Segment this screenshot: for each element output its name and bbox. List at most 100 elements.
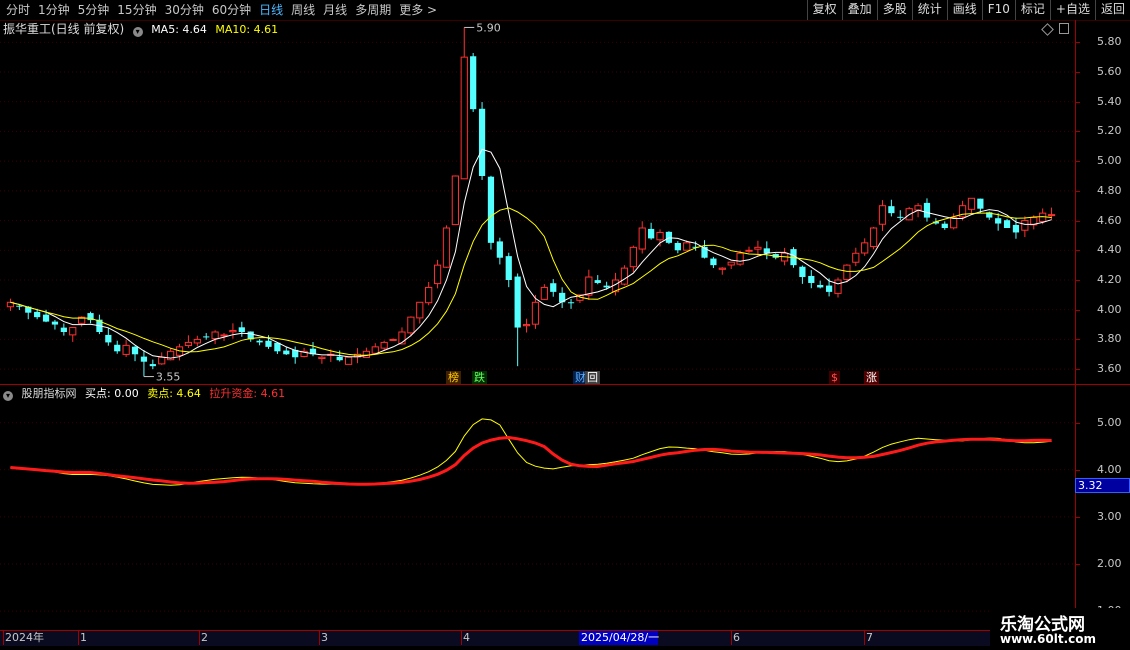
price-tick (1075, 280, 1080, 281)
price-tick-label: 5.20 (1097, 124, 1122, 138)
candle-body (442, 227, 451, 268)
high-marker-label: 5.90 (476, 21, 501, 34)
candle-body (362, 350, 370, 358)
candle-body (1003, 220, 1011, 228)
period-tab-9[interactable]: 多周期 (351, 0, 395, 20)
candle-body (834, 279, 842, 294)
date-label: 1 (80, 631, 87, 644)
candle-body (140, 356, 148, 362)
candle-body (211, 331, 219, 340)
candle-body (638, 227, 646, 250)
candle-body (505, 256, 512, 280)
indicator-tick (1075, 564, 1080, 566)
price-tick-label: 5.60 (1097, 65, 1122, 78)
date-separator (78, 630, 79, 645)
period-tab-0[interactable]: 分时 (2, 0, 34, 20)
candle-body (817, 284, 824, 288)
indicator-tick-label: 5.00 (1097, 415, 1122, 429)
candle-body (60, 327, 67, 332)
period-tab-7[interactable]: 周线 (287, 0, 319, 20)
candle-body (727, 261, 735, 266)
candle-body (878, 205, 887, 225)
candle-body (184, 341, 193, 347)
toolbar-button-4[interactable]: 画线 (946, 0, 982, 20)
period-tab-10[interactable]: 更多 > (395, 0, 441, 20)
event-marker-hui[interactable]: 回 (585, 371, 600, 384)
price-tick-label: 3.60 (1097, 362, 1122, 376)
candle-body (496, 241, 503, 258)
period-tab-6[interactable]: 日线 (255, 0, 287, 20)
candle-body (763, 248, 770, 254)
candle-body (203, 336, 210, 338)
toolbar-button-7[interactable]: +自选 (1049, 0, 1095, 20)
period-tab-2[interactable]: 5分钟 (74, 0, 114, 20)
toolbar-button-6[interactable]: 标记 (1014, 0, 1050, 20)
indicator-toggle-icon[interactable]: ▾ (3, 391, 13, 401)
indicator-tick (1075, 516, 1080, 518)
period-tab-4[interactable]: 30分钟 (161, 0, 208, 20)
candle-body (594, 280, 601, 283)
price-tick-label: 4.60 (1097, 213, 1122, 227)
toolbar-button-3[interactable]: 统计 (911, 0, 947, 20)
date-highlight: 2025/04/28/一 (579, 631, 660, 645)
current-value-badge: 3.32 (1075, 478, 1130, 493)
toolbar-button-8[interactable]: 返回 (1094, 0, 1130, 20)
candle-body (1012, 224, 1020, 233)
event-marker-bang[interactable]: 榜 (446, 371, 461, 384)
date-highlight-text: 2025/04/28/一 (581, 631, 660, 644)
indicator-title: 股朋指标网 (21, 387, 77, 400)
candle-body (42, 314, 50, 322)
price-tick (1075, 131, 1080, 133)
candle-body (283, 350, 290, 355)
candle-body (460, 56, 468, 180)
candle-body (825, 285, 833, 292)
event-marker-zhang[interactable]: 涨 (864, 371, 879, 384)
candle-body (131, 346, 139, 355)
candle-body (425, 286, 433, 304)
candle-body (371, 346, 379, 354)
low-marker-label: 3.55 (156, 371, 181, 384)
price-tick-label: 5.00 (1097, 154, 1122, 168)
price-tick-label: 4.80 (1097, 183, 1122, 197)
toolbar-button-2[interactable]: 多股 (876, 0, 912, 20)
toolbar-button-1[interactable]: 叠加 (841, 0, 877, 20)
toolbar-button-0[interactable]: 复权 (806, 0, 842, 20)
price-tick-label: 5.40 (1097, 94, 1122, 108)
indicator-tick (1075, 469, 1080, 471)
candle-body (274, 342, 281, 352)
buy-label: 买点: 0.00 (85, 387, 139, 400)
chart-canvas[interactable]: 5.90 3.55 (0, 20, 1075, 630)
current-value-text: 3.32 (1078, 479, 1103, 492)
toolbar-button-5[interactable]: F10 (981, 0, 1015, 20)
candle-body (16, 305, 23, 307)
candle-body (967, 197, 976, 210)
indicator-tick-label: 2.00 (1097, 557, 1122, 571)
price-axis (1075, 20, 1130, 630)
date-label: 2 (201, 631, 208, 644)
fund-label: 拉升资金: 4.61 (209, 387, 286, 400)
candle-body (808, 275, 815, 283)
candle-body (843, 264, 851, 280)
date-label: 6 (733, 631, 740, 644)
candle-body (799, 266, 806, 278)
event-marker-die[interactable]: 跌 (472, 371, 487, 384)
candle-body (923, 202, 931, 218)
date-label: 7 (866, 631, 873, 644)
candle-body (380, 341, 388, 349)
candle-body (238, 327, 245, 332)
candle-body (540, 286, 548, 300)
period-tab-1[interactable]: 1分钟 (34, 0, 74, 20)
fund-line (10, 435, 1052, 486)
period-tab-5[interactable]: 60分钟 (208, 0, 255, 20)
candle-body (114, 344, 121, 352)
candle-body (51, 321, 59, 325)
price-tick (1075, 190, 1080, 192)
watermark: 乐淘公式网 www.60lt.com (990, 608, 1130, 650)
event-marker-dollar[interactable]: $ (829, 371, 840, 384)
candle-body (336, 356, 343, 361)
candle-body (629, 246, 637, 268)
period-tabs: 分时 1分钟 5分钟 15分钟 30分钟 60分钟 日线 周线 月线 多周期 更多 > (2, 0, 441, 20)
candle-body (656, 231, 664, 241)
period-tab-3[interactable]: 15分钟 (113, 0, 160, 20)
period-tab-8[interactable]: 月线 (319, 0, 351, 20)
